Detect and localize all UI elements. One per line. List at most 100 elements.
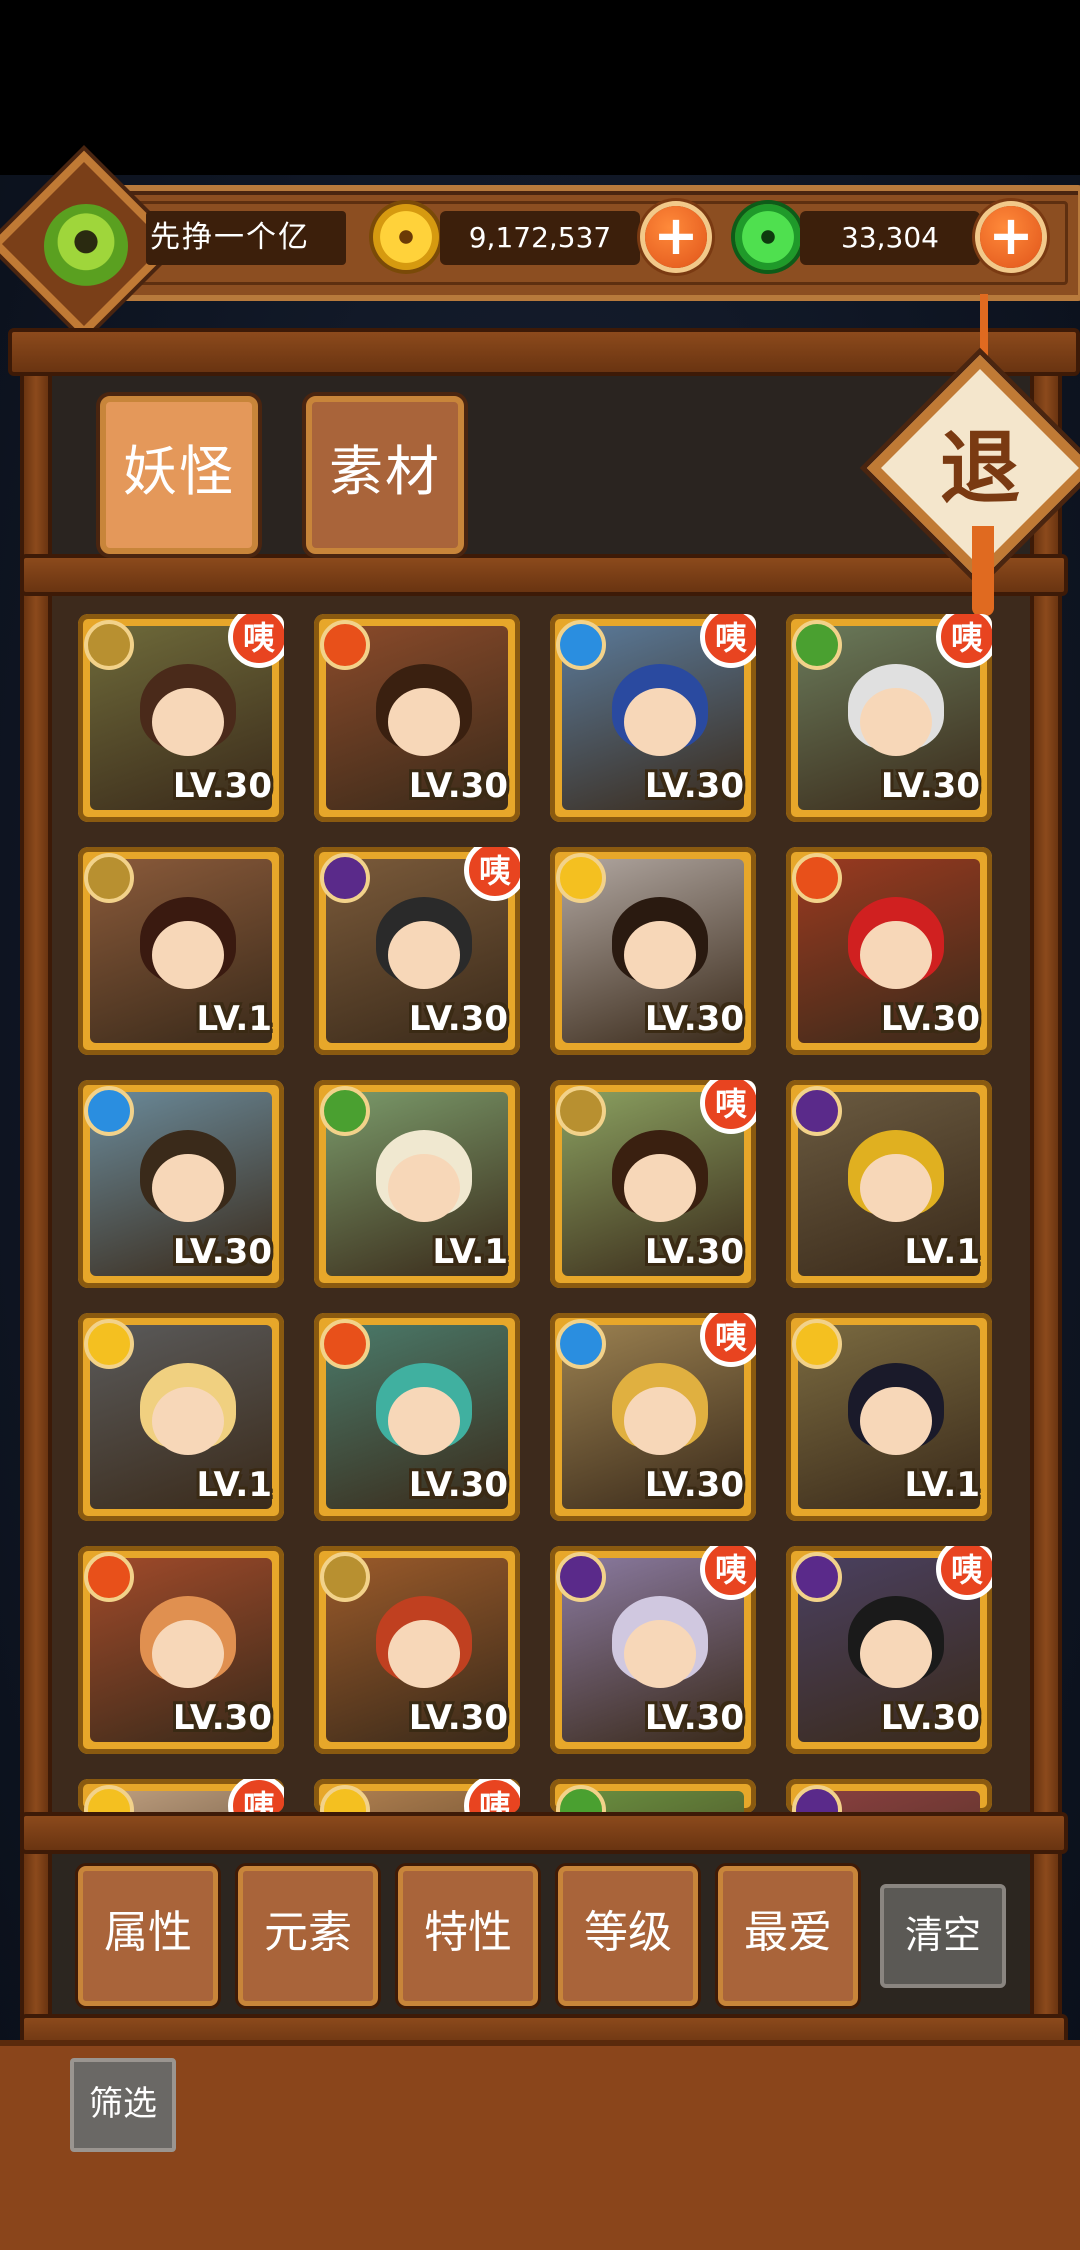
level-label: LV.30 <box>172 1698 272 1738</box>
monster-face <box>860 688 932 756</box>
light-element-icon <box>84 1785 134 1813</box>
clear-button[interactable]: 清空 <box>880 1884 1006 1988</box>
jade-amount: 33,304 <box>800 211 980 265</box>
earth-element-icon <box>320 1552 370 1602</box>
cabinet-post-left <box>20 360 52 2028</box>
monster-card[interactable] <box>550 1779 756 1813</box>
monster-card[interactable]: LV.30 咦 <box>786 614 992 822</box>
monster-face <box>388 688 460 756</box>
monster-face <box>624 1154 696 1222</box>
monster-card[interactable]: LV.30 咦 <box>550 1080 756 1288</box>
tab-yaoguai[interactable]: 妖怪 <box>100 396 258 554</box>
level-label: LV.1 <box>904 1465 981 1505</box>
monster-face <box>624 1387 696 1455</box>
monster-face <box>860 1387 932 1455</box>
monster-face <box>860 1154 932 1222</box>
player-name: 先挣一个亿 <box>150 220 310 255</box>
monster-card[interactable]: LV.30 咦 <box>786 1546 992 1754</box>
monster-card[interactable]: LV.1 <box>786 1080 992 1288</box>
retreat-tassel <box>972 526 994 616</box>
light-element-icon <box>556 853 606 903</box>
level-label: LV.30 <box>880 1698 980 1738</box>
filter-button[interactable]: 属性 <box>78 1866 218 2006</box>
new-badge: 咦 <box>228 1779 284 1813</box>
monster-face <box>152 1620 224 1688</box>
level-label: LV.1 <box>196 1465 273 1505</box>
monster-card[interactable]: LV.30 <box>550 847 756 1055</box>
monster-face <box>388 1154 460 1222</box>
level-label: LV.1 <box>904 1232 981 1272</box>
monster-card[interactable]: LV.30 咦 <box>550 614 756 822</box>
filter-button[interactable]: 最爱 <box>718 1866 858 2006</box>
level-label: LV.30 <box>408 1698 508 1738</box>
fire-element-icon <box>792 853 842 903</box>
fire-element-icon <box>84 1552 134 1602</box>
jade-coin-icon <box>44 204 128 288</box>
add-gold-button[interactable]: + <box>645 206 707 268</box>
gold-amount: 9,172,537 <box>440 211 640 265</box>
filter-button[interactable]: 特性 <box>398 1866 538 2006</box>
monster-card[interactable]: LV.1 <box>786 1313 992 1521</box>
monster-face <box>152 1154 224 1222</box>
level-label: LV.1 <box>196 999 273 1039</box>
monster-card[interactable]: LV.1 <box>78 1313 284 1521</box>
monster-card[interactable] <box>786 1779 992 1813</box>
level-label: LV.30 <box>644 999 744 1039</box>
filter-button[interactable]: 等级 <box>558 1866 698 2006</box>
retreat-label[interactable]: 退 <box>900 404 1060 534</box>
monster-card[interactable]: LV.30 咦 <box>314 847 520 1055</box>
light-element-icon <box>792 1319 842 1369</box>
level-label: LV.30 <box>172 1232 272 1272</box>
dark-element-icon <box>320 853 370 903</box>
water-element-icon <box>556 620 606 670</box>
dark-element-icon <box>556 1552 606 1602</box>
level-label: LV.30 <box>408 999 508 1039</box>
monster-face <box>624 921 696 989</box>
level-label: LV.30 <box>172 766 272 806</box>
wood-element-icon <box>320 1086 370 1136</box>
wood-element-icon <box>556 1785 606 1813</box>
monster-face <box>860 921 932 989</box>
level-label: LV.30 <box>408 766 508 806</box>
monster-card[interactable]: LV.30 咦 <box>550 1313 756 1521</box>
gold-coin-icon <box>373 204 439 270</box>
wood-element-icon <box>792 620 842 670</box>
tab-sucai[interactable]: 素材 <box>306 396 464 554</box>
light-element-icon <box>320 1785 370 1813</box>
monster-card[interactable]: LV.30 <box>78 1546 284 1754</box>
monster-face <box>152 1387 224 1455</box>
cabinet-beam-low <box>20 1812 1068 1854</box>
level-label: LV.30 <box>644 1465 744 1505</box>
monster-face <box>860 1620 932 1688</box>
monster-card[interactable]: 咦 <box>314 1779 520 1813</box>
add-jade-button[interactable]: + <box>980 206 1042 268</box>
cabinet-post-right <box>1030 360 1062 2028</box>
monster-card[interactable]: LV.1 <box>78 847 284 1055</box>
monster-face <box>624 688 696 756</box>
dark-element-icon <box>792 1552 842 1602</box>
dark-element-icon <box>792 1785 842 1813</box>
monster-card[interactable]: LV.30 咦 <box>550 1546 756 1754</box>
monster-card[interactable]: 咦 <box>78 1779 284 1813</box>
level-label: LV.1 <box>432 1232 509 1272</box>
monster-face <box>388 921 460 989</box>
monster-card[interactable]: LV.30 <box>78 1080 284 1288</box>
earth-element-icon <box>84 853 134 903</box>
monster-card[interactable]: LV.30 <box>314 614 520 822</box>
level-label: LV.30 <box>880 999 980 1039</box>
monster-card[interactable]: LV.30 <box>314 1313 520 1521</box>
monster-face <box>388 1620 460 1688</box>
water-element-icon <box>84 1086 134 1136</box>
earth-element-icon <box>84 620 134 670</box>
monster-card[interactable]: LV.30 <box>314 1546 520 1754</box>
monster-card[interactable]: LV.1 <box>314 1080 520 1288</box>
monster-card[interactable]: LV.30 咦 <box>78 614 284 822</box>
level-label: LV.30 <box>408 1465 508 1505</box>
level-label: LV.30 <box>880 766 980 806</box>
sift-button[interactable]: 筛选 <box>70 2058 176 2152</box>
monster-face <box>152 921 224 989</box>
monster-face <box>152 688 224 756</box>
level-label: LV.30 <box>644 1698 744 1738</box>
monster-card[interactable]: LV.30 <box>786 847 992 1055</box>
filter-button[interactable]: 元素 <box>238 1866 378 2006</box>
